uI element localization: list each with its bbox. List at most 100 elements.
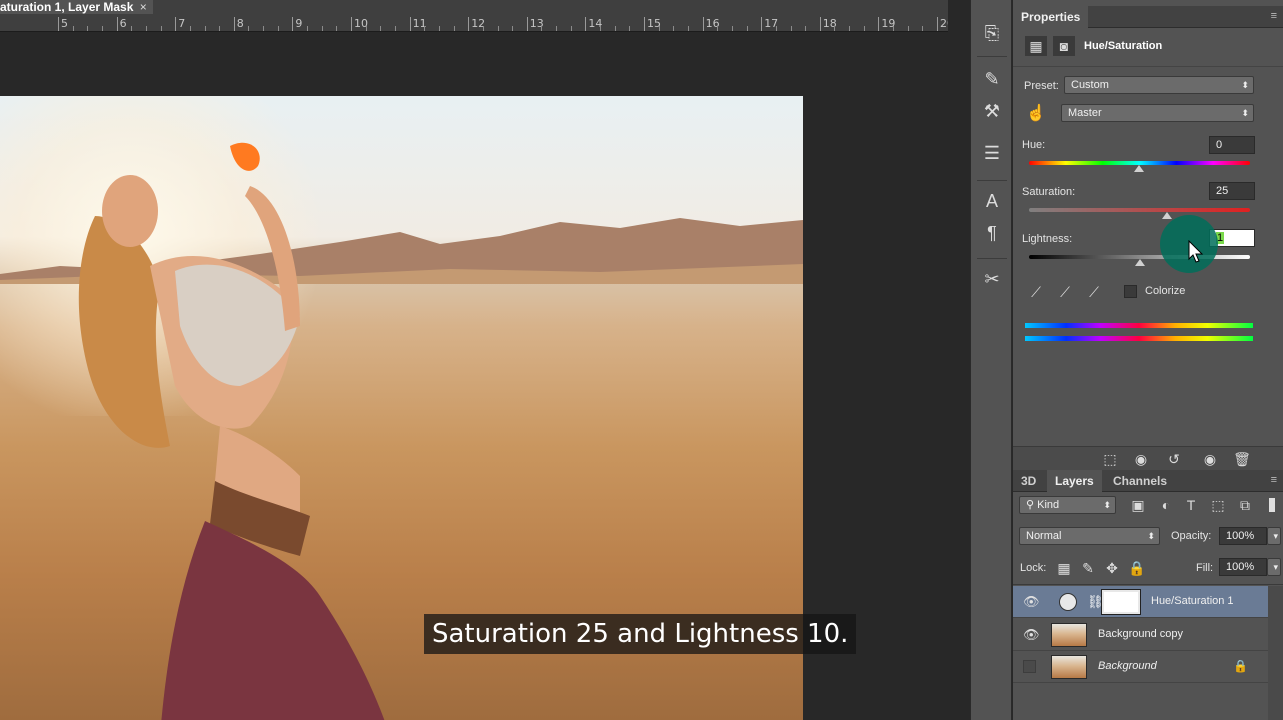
lock-image-pixels-icon[interactable]: ✎ — [1077, 558, 1099, 578]
ruler-tick — [292, 17, 294, 31]
eyedropper-plus-icon[interactable]: ⟋ — [1054, 282, 1076, 302]
preset-dropdown[interactable]: Custom ⬍ — [1064, 76, 1254, 94]
channel-dropdown[interactable]: Master ⬍ — [1061, 104, 1254, 122]
delete-icon[interactable]: 🗑 — [1231, 449, 1253, 469]
saturation-slider-thumb[interactable] — [1162, 212, 1172, 219]
ruler-minor-tick — [497, 26, 499, 31]
filter-shape-icon[interactable]: ⬚ — [1207, 495, 1229, 515]
hue-label: Hue: — [1022, 139, 1046, 151]
tab-3d[interactable]: 3D — [1013, 470, 1044, 492]
opacity-dropdown[interactable]: ▾ — [1267, 527, 1281, 545]
saturation-input[interactable]: 25 — [1209, 182, 1255, 200]
tab-properties[interactable]: Properties — [1013, 6, 1089, 28]
chevron-updown-icon: ⬍ — [1147, 531, 1155, 541]
filter-smart-object-icon[interactable]: ⧉ — [1234, 495, 1256, 515]
blend-mode-dropdown[interactable]: Normal ⬍ — [1019, 527, 1160, 545]
ruler-minor-tick — [834, 26, 836, 31]
chevron-updown-icon: ⬍ — [1241, 80, 1249, 90]
ruler-minor-tick — [438, 26, 440, 31]
view-previous-state-icon[interactable]: ◉ — [1130, 449, 1152, 469]
ruler-minor-tick — [160, 26, 162, 31]
ruler-number: 9 — [295, 17, 303, 30]
ruler-minor-tick — [556, 26, 558, 31]
saturation-slider-track[interactable] — [1029, 208, 1250, 212]
hue-slider-thumb[interactable] — [1134, 165, 1144, 172]
layer-filter-dropdown[interactable]: ⚲ Kind ⬍ — [1019, 496, 1116, 514]
filter-type-icon[interactable]: T — [1180, 495, 1202, 515]
mouse-pointer-icon — [1188, 240, 1204, 263]
ruler-minor-tick — [380, 26, 382, 31]
ruler-minor-tick — [600, 26, 602, 31]
toggle-visibility-icon[interactable]: ◉ — [1199, 449, 1221, 469]
properties-footer: ⬚ ◉ ↺ ◉ 🗑 — [1013, 446, 1283, 470]
tab-layers[interactable]: Layers — [1047, 470, 1102, 492]
ruler-minor-tick — [365, 26, 367, 31]
adjustment-title: Hue/Saturation — [1084, 40, 1163, 52]
layer-row[interactable]: 👁 ⛓ Hue/Saturation 1 — [1013, 586, 1268, 618]
ruler-minor-tick — [424, 26, 426, 31]
visibility-toggle-empty[interactable] — [1023, 660, 1036, 673]
document-tab[interactable]: aturation 1, Layer Mask × — [0, 0, 153, 14]
tool-presets-icon[interactable]: ⚒ — [979, 98, 1005, 124]
filter-toggle[interactable] — [1269, 498, 1275, 512]
character-icon[interactable]: A — [979, 188, 1005, 214]
ruler-minor-tick — [453, 26, 455, 31]
ruler-tick — [644, 17, 645, 31]
ruler-minor-tick — [849, 26, 851, 31]
layer-row[interactable]: 👁 Background copy — [1013, 619, 1268, 651]
fill-dropdown[interactable]: ▾ — [1267, 558, 1281, 576]
layer-name[interactable]: Hue/Saturation 1 — [1151, 595, 1234, 607]
adjustment-icon: ▦ — [1025, 36, 1047, 56]
ruler-minor-tick — [731, 26, 733, 31]
layer-name[interactable]: Background copy — [1098, 628, 1183, 640]
ruler-minor-tick — [717, 26, 719, 31]
paragraph-styles-icon[interactable]: ☰ — [979, 140, 1005, 166]
lock-icon: 🔒 — [1233, 659, 1248, 673]
tools-icon[interactable]: ✂ — [979, 266, 1005, 292]
history-icon[interactable]: ⎘ — [979, 20, 1005, 46]
lock-all-icon[interactable]: 🔒 — [1126, 558, 1148, 578]
tab-channels[interactable]: Channels — [1105, 470, 1175, 492]
ruler-minor-tick — [614, 26, 616, 31]
layer-row[interactable]: Background 🔒 — [1013, 651, 1268, 683]
lightness-slider-thumb[interactable] — [1135, 259, 1145, 266]
divider — [977, 56, 1007, 57]
filter-pixel-icon[interactable]: ▣ — [1127, 495, 1149, 515]
ruler-minor-tick — [658, 26, 660, 31]
adjustment-layer-icon — [1059, 593, 1077, 611]
ruler-minor-tick — [277, 26, 279, 31]
output-color-bar — [1025, 336, 1253, 341]
layers-panel-header: 3D Layers Channels ≡ — [1013, 470, 1283, 492]
ruler-tick — [409, 17, 411, 31]
layer-mask-thumbnail[interactable] — [1101, 589, 1141, 615]
eyedropper-minus-icon[interactable]: ⟋ — [1083, 282, 1105, 302]
lock-transparent-pixels-icon[interactable]: ▦ — [1053, 558, 1075, 578]
lock-position-icon[interactable]: ✥ — [1101, 558, 1123, 578]
colorize-checkbox[interactable] — [1124, 285, 1137, 298]
reset-icon[interactable]: ↺ — [1163, 449, 1185, 469]
clip-to-layer-icon[interactable]: ⬚ — [1099, 449, 1121, 469]
hue-input[interactable]: 0 — [1209, 136, 1255, 154]
panel-menu-icon[interactable]: ≡ — [1271, 474, 1277, 486]
eyedropper-icon[interactable]: ⟋ — [1025, 282, 1047, 302]
visibility-eye-icon[interactable]: 👁 — [1023, 594, 1040, 610]
targeted-adjustment-hand-icon[interactable]: ☝ — [1025, 104, 1047, 124]
search-icon: ⚲ — [1026, 499, 1038, 511]
panel-menu-icon[interactable]: ≡ — [1271, 10, 1277, 22]
ruler-minor-tick — [219, 26, 221, 31]
ruler-tick — [116, 17, 118, 31]
ruler-minor-tick — [87, 26, 89, 31]
layer-name[interactable]: Background — [1098, 660, 1157, 672]
mask-icon[interactable]: ◙ — [1053, 36, 1075, 56]
ruler-tick — [233, 17, 235, 31]
saturation-label: Saturation: — [1022, 186, 1076, 198]
close-tab-icon[interactable]: × — [140, 0, 147, 14]
layers-scrollbar[interactable] — [1268, 586, 1283, 720]
visibility-eye-icon[interactable]: 👁 — [1023, 627, 1040, 643]
opacity-input[interactable]: 100% — [1219, 527, 1267, 545]
fill-input[interactable]: 100% — [1219, 558, 1267, 576]
ruler-minor-tick — [746, 26, 748, 31]
brushes-icon[interactable]: ✎ — [979, 66, 1005, 92]
filter-adjustment-icon[interactable]: ◐ — [1155, 495, 1177, 515]
paragraph-icon[interactable]: ¶ — [979, 220, 1005, 246]
